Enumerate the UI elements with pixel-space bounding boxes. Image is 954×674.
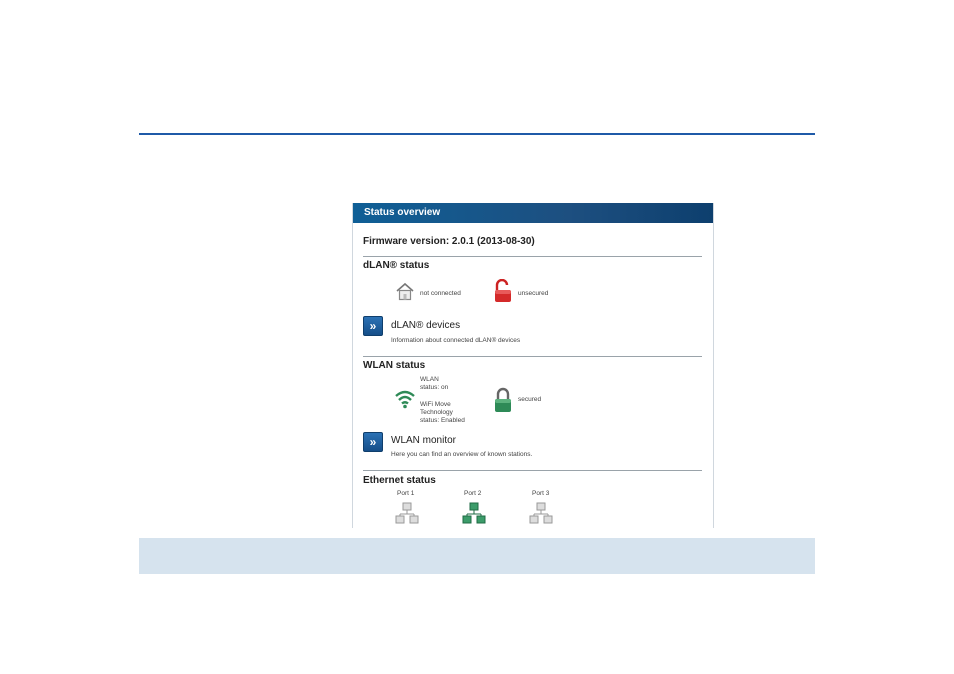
network-port-1-icon [395, 502, 419, 524]
locked-padlock-icon [495, 387, 511, 412]
wlan-monitor-description: Here you can find an overview of known s… [391, 451, 533, 458]
dlan-devices-description: Information about connected dLAN® device… [391, 337, 521, 344]
network-port-2-icon [462, 502, 486, 524]
wlan-status-title: WLAN status [363, 360, 426, 371]
panel-title: Status overview [353, 203, 713, 223]
wifi-move-technology: Technology [420, 409, 453, 416]
network-port-3-icon [529, 502, 553, 524]
wifi-move-label: WiFi Move [420, 401, 451, 408]
wlan-monitor-link[interactable]: WLAN monitor [391, 435, 456, 446]
wlan-monitor-button[interactable]: » [363, 432, 383, 452]
status-overview-panel: Status overview Firmware version: 2.0.1 … [352, 203, 714, 528]
wlan-state: status: on [420, 384, 449, 391]
port-3-label: Port 3 [532, 490, 550, 497]
divider [363, 470, 702, 471]
ethernet-status-title: Ethernet status [363, 475, 436, 486]
top-divider [139, 133, 815, 135]
wlan-label: WLAN [420, 376, 439, 383]
unlocked-padlock-icon [495, 279, 511, 302]
wifi-move-state: status: Enabled [420, 417, 465, 424]
divider [363, 356, 702, 357]
dlan-devices-link[interactable]: dLAN® devices [391, 320, 460, 331]
port-2-label: Port 2 [464, 490, 482, 497]
bottom-band [139, 538, 815, 574]
wlan-security-status: secured [518, 396, 542, 403]
firmware-version: Firmware version: 2.0.1 (2013-08-30) [363, 236, 535, 247]
dlan-devices-button[interactable]: » [363, 316, 383, 336]
dlan-security-status: unsecured [518, 290, 549, 297]
dlan-status-title: dLAN® status [363, 260, 430, 271]
port-1-label: Port 1 [397, 490, 415, 497]
dlan-connection-status: not connected [420, 290, 461, 297]
divider [363, 256, 702, 257]
wifi-icon [395, 390, 415, 409]
house-icon [396, 282, 414, 301]
